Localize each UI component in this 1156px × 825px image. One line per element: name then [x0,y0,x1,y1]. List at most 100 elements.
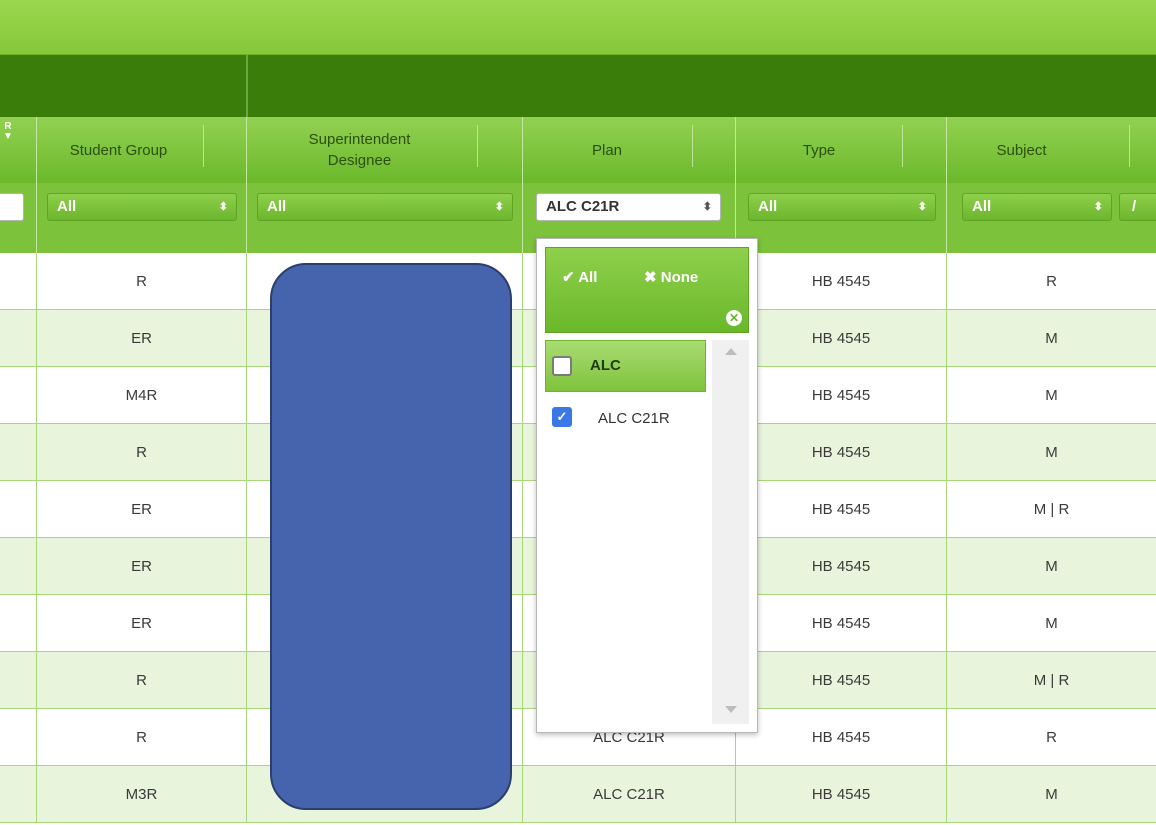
group-checkbox[interactable] [552,356,572,376]
cell-type: HB 4545 [736,310,947,366]
close-icon[interactable]: ✕ [726,310,742,326]
cell-subject: M [1045,557,1058,575]
select-arrow-icon: ⬍ [702,201,712,213]
cell-type: HB 4545 [736,652,947,708]
select-arrow-icon: ⬍ [1093,201,1103,213]
cell-type: HB 4545 [736,595,947,651]
column-header-type[interactable]: Type [736,117,947,183]
column-header-student-group[interactable]: Student Group [37,117,247,183]
cell-type: HB 4545 [736,709,947,765]
cell-type: HB 4545 [736,538,947,594]
dropdown-scrollbar[interactable] [712,340,749,724]
cell-type: HB 4545 [736,253,947,309]
option-label: ALC C21R [598,410,670,427]
superintendent-designee-filter-value: All [267,198,287,215]
select-arrow-icon: ⬍ [494,201,504,213]
cell-prev [0,766,37,822]
cell-type: HB 4545 [736,481,947,537]
cell-subject: M [1045,329,1058,347]
redaction-overlay [270,263,512,810]
group-label: ALC [590,357,621,374]
option-group-alc[interactable]: ALC [545,340,706,392]
plan-filter-dropdown: ✔ All ✖ None ✕ ALC ✓ ALC C21R [536,238,758,733]
cell-student-group: R [37,424,247,480]
cell-subject: M | R [1033,500,1070,518]
cell-prev [0,709,37,765]
cell-student-group: R [37,253,247,309]
subject-extra-filter-value: / [1132,198,1137,215]
select-all-label: All [578,269,598,286]
cell-student-group: M3R [37,766,247,822]
header-divider [902,125,903,167]
select-none-button[interactable]: ✖ None [644,268,698,286]
column-header-plan[interactable]: Plan [523,117,736,183]
plan-filter-select[interactable]: ALC C21R ⬍ [536,193,721,221]
cell-student-group: ER [37,595,247,651]
scroll-up-arrow-icon[interactable] [725,348,737,355]
column-header-prev[interactable]: R ▼ [0,117,37,183]
cell-subject: M [1045,785,1058,803]
cell-type: HB 4545 [736,424,947,480]
cell-prev [0,538,37,594]
cell-plan: ALC C21R [523,766,736,822]
dropdown-header: ✔ All ✖ None ✕ [545,247,749,333]
option-alc-c21r[interactable]: ✓ ALC C21R [545,399,706,433]
top-toolbar [0,0,1156,55]
cell-student-group: R [37,709,247,765]
select-arrow-icon: ⬍ [218,201,228,213]
grid-app: R ▼ Student Group Superintendent Designee… [0,0,1156,825]
column-header-subject[interactable]: Subject [947,117,1156,183]
cell-subject: M [1045,443,1058,461]
select-none-label: None [660,269,699,286]
type-header-label: Type [802,141,836,159]
header-divider [692,125,693,167]
cell-subject: R [1046,272,1057,290]
prev-filter-select[interactable] [0,193,24,221]
type-filter-select[interactable]: All ⬍ [748,193,936,221]
filter-cell-superintendent-designee: All ⬍ [247,183,523,253]
cell-prev [0,253,37,309]
column-header-row: R ▼ Student Group Superintendent Designee… [0,117,1156,183]
cell-prev [0,481,37,537]
student-group-header-label: Student Group [69,141,168,159]
select-all-button[interactable]: ✔ All [562,268,597,286]
subject-header-label: Subject [996,141,1047,159]
filter-cell-type: All ⬍ [736,183,947,253]
subject-filter-value: All [972,198,992,215]
superintendent-designee-filter-select[interactable]: All ⬍ [257,193,513,221]
subject-extra-filter[interactable]: / [1119,193,1156,221]
cell-prev [0,367,37,423]
cell-prev [0,652,37,708]
scroll-down-arrow-icon[interactable] [725,706,737,713]
type-filter-value: All [758,198,778,215]
subject-filter-select[interactable]: All ⬍ [962,193,1112,221]
cell-prev [0,424,37,480]
filter-cell-student-group: All ⬍ [37,183,247,253]
student-group-filter-value: All [57,198,77,215]
student-group-filter-select[interactable]: All ⬍ [47,193,237,221]
select-arrow-icon: ⬍ [917,201,927,213]
header-divider [477,125,478,167]
column-header-superintendent-designee[interactable]: Superintendent Designee [247,117,523,183]
cell-subject: M [1045,386,1058,404]
cell-type: HB 4545 [736,766,947,822]
filter-cell-subject: All ⬍ / [947,183,1156,253]
cell-subject: M | R [1033,671,1070,689]
cell-student-group: ER [37,310,247,366]
group-divider [246,55,248,117]
header-divider [1129,125,1130,167]
option-checkbox[interactable]: ✓ [552,407,572,427]
cell-prev [0,595,37,651]
sort-indicator: R ▼ [3,121,13,142]
sort-mark-text: R [4,121,12,132]
cell-subject: R [1046,728,1057,746]
filter-cell-prev [0,183,37,253]
header-divider [203,125,204,167]
plan-header-label: Plan [591,141,623,159]
cell-subject: M [1045,614,1058,632]
cell-student-group: ER [37,481,247,537]
superintendent-designee-header-label: Superintendent Designee [308,131,411,169]
table-row[interactable]: M3R ALC C21R HB 4545 M [0,766,1156,823]
cell-prev [0,310,37,366]
cell-student-group: ER [37,538,247,594]
